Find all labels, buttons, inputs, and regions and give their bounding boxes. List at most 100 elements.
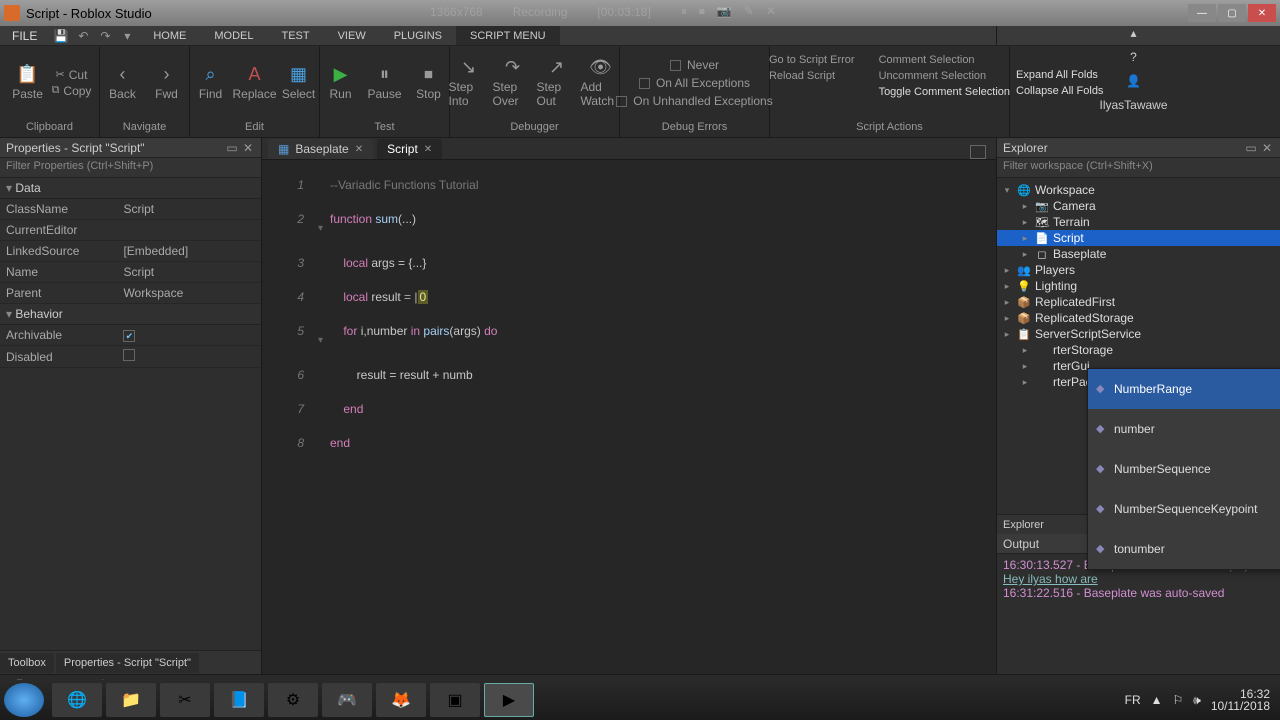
expand-folds-button[interactable]: Expand All Folds [1016, 69, 1098, 81]
select-button[interactable]: ▦Select [279, 64, 319, 101]
paste-button[interactable]: 📋Paste [8, 64, 48, 101]
properties-filter[interactable]: Filter Properties (Ctrl+Shift+P) [0, 158, 261, 178]
file-menu[interactable]: FILE [0, 26, 49, 45]
properties-panel: Properties - Script "Script" ▭ ✕ Filter … [0, 138, 262, 674]
taskbar-app[interactable]: ✂ [160, 683, 210, 717]
step-out-button[interactable]: ↗Step Out [537, 57, 577, 108]
fwd-button[interactable]: ›Fwd [147, 64, 187, 101]
step-into-button[interactable]: ↘Step Into [449, 57, 489, 108]
taskbar-app-roblox[interactable]: ▶ [484, 683, 534, 717]
menu-tab[interactable]: VIEW [324, 26, 380, 45]
pause-button[interactable]: ⏸Pause [365, 64, 405, 101]
layout-icon[interactable] [970, 145, 986, 159]
reload-script-button[interactable]: Reload Script [769, 70, 855, 82]
undo-icon[interactable]: ↶ [75, 29, 91, 43]
collapse-folds-button[interactable]: Collapse All Folds [1016, 85, 1103, 97]
tray-icon[interactable]: ⚐ [1173, 693, 1184, 707]
tree-node[interactable]: ▸🗺Terrain [997, 214, 1280, 230]
menu-tab[interactable]: TEST [267, 26, 323, 45]
cut-button[interactable]: ✂ Cut [52, 68, 92, 82]
maximize-button[interactable]: ▢ [1218, 4, 1246, 22]
never-option[interactable]: Never [670, 58, 719, 72]
toggle-comment-button[interactable]: Toggle Comment Selection [879, 86, 1010, 98]
tab-baseplate[interactable]: ▦Baseplate✕ [268, 139, 373, 159]
unhandled-option[interactable]: On Unhandled Exceptions [616, 94, 772, 108]
menu-tab[interactable]: HOME [139, 26, 200, 45]
tree-node[interactable]: ▸◻Baseplate [997, 246, 1280, 262]
all-exceptions-option[interactable]: On All Exceptions [639, 76, 750, 90]
output-body[interactable]: 16:30:13.527 - Baseplate was auto-saved … [997, 554, 1280, 674]
replace-button[interactable]: AReplace [235, 64, 275, 101]
disabled-checkbox[interactable] [123, 349, 135, 361]
panel-undock-icon[interactable]: ▭ [1244, 141, 1258, 155]
tree-node[interactable]: ▸💡Lighting [997, 278, 1280, 294]
close-tab-icon[interactable]: ✕ [424, 144, 432, 155]
step-over-button[interactable]: ↷Step Over [493, 57, 533, 108]
code-editor[interactable]: 1--Variadic Functions Tutorial 2▾functio… [262, 160, 996, 674]
data-category[interactable]: Data [0, 178, 261, 199]
behavior-category[interactable]: Behavior [0, 304, 261, 325]
menu-tab[interactable]: PLUGINS [380, 26, 456, 45]
explorer-filter[interactable]: Filter workspace (Ctrl+Shift+X) [997, 158, 1280, 178]
redo-icon[interactable]: ↷ [97, 29, 113, 43]
lang-indicator[interactable]: FR [1125, 693, 1141, 707]
panel-tab[interactable]: Toolbox [0, 653, 54, 673]
autocomplete-item[interactable]: ◆tonumber [1088, 529, 1280, 569]
comment-button[interactable]: Comment Selection [879, 54, 1010, 66]
run-button[interactable]: ▶Run [321, 64, 361, 101]
properties-title: Properties - Script "Script" [6, 141, 145, 155]
panel-undock-icon[interactable]: ▭ [225, 141, 239, 155]
taskbar-app[interactable]: 🦊 [376, 683, 426, 717]
copy-button[interactable]: ⧉ Copy [52, 84, 92, 98]
collapse-ribbon-icon[interactable]: ▴ [1130, 26, 1136, 40]
save-icon[interactable]: 💾 [53, 29, 69, 43]
clock[interactable]: 16:32 10/11/2018 [1211, 688, 1270, 712]
tree-node[interactable]: ▸📦ReplicatedStorage [997, 310, 1280, 326]
tree-node[interactable]: ▾🌐Workspace [997, 182, 1280, 198]
start-button[interactable] [4, 683, 44, 717]
taskbar-app[interactable]: 📘 [214, 683, 264, 717]
taskbar: 🌐 📁 ✂ 📘 ⚙ 🎮 🦊 ▣ ▶ FR ▲ ⚐ 🕪 16:32 10/11/2… [0, 680, 1280, 720]
qat-more-icon[interactable]: ▾ [119, 29, 135, 43]
tree-node[interactable]: ▸📷Camera [997, 198, 1280, 214]
close-button[interactable]: ✕ [1248, 4, 1276, 22]
taskbar-app[interactable]: 🎮 [322, 683, 372, 717]
panel-close-icon[interactable]: ✕ [241, 141, 255, 155]
minimize-button[interactable]: — [1188, 4, 1216, 22]
close-tab-icon[interactable]: ✕ [355, 144, 363, 155]
archivable-checkbox[interactable]: ✔ [123, 330, 135, 342]
tree-node[interactable]: ▸📦ReplicatedFirst [997, 294, 1280, 310]
autocomplete-item[interactable]: ◆NumberSequence [1088, 449, 1280, 489]
panel-close-icon[interactable]: ✕ [1260, 141, 1274, 155]
panel-tab[interactable]: Properties - Script "Script" [56, 653, 199, 673]
stop-button[interactable]: ⏹Stop [409, 64, 449, 101]
menu-tab[interactable]: SCRIPT MENU [456, 26, 560, 45]
explorer-title: Explorer [1003, 141, 1048, 155]
autocomplete-popup[interactable]: ◆NumberRange◆number◆NumberSequence◆Numbe… [1087, 368, 1280, 570]
tray-icon[interactable]: ▲ [1151, 693, 1163, 707]
goto-error-button[interactable]: Go to Script Error [769, 54, 855, 66]
back-button[interactable]: ‹Back [103, 64, 143, 101]
taskbar-app[interactable]: ▣ [430, 683, 480, 717]
find-button[interactable]: ⌕Find [191, 64, 231, 101]
tree-node[interactable]: ▸rterStorage [997, 342, 1280, 358]
output-title: Output [1003, 537, 1039, 551]
document-tabs: ▦Baseplate✕ Script✕ [262, 138, 996, 160]
tab-script[interactable]: Script✕ [377, 139, 442, 159]
taskbar-app[interactable]: 🌐 [52, 683, 102, 717]
ribbon: 📋Paste ✂ Cut ⧉ Copy Clipboard ‹Back ›Fwd… [0, 46, 1280, 138]
window-titlebar: Script - Roblox Studio 1366x768 Recordin… [0, 0, 1280, 26]
tray-icon[interactable]: 🕪 [1193, 693, 1201, 708]
taskbar-app[interactable]: 📁 [106, 683, 156, 717]
taskbar-app[interactable]: ⚙ [268, 683, 318, 717]
add-watch-button[interactable]: 👁Add Watch [581, 57, 621, 108]
autocomplete-item[interactable]: ◆NumberRange [1088, 369, 1280, 409]
tree-node[interactable]: ▸📋ServerScriptService [997, 326, 1280, 342]
autocomplete-item[interactable]: ◆number [1088, 409, 1280, 449]
uncomment-button[interactable]: Uncomment Selection [879, 70, 1010, 82]
menu-tab[interactable]: MODEL [200, 26, 267, 45]
autocomplete-item[interactable]: ◆NumberSequenceKeypoint [1088, 489, 1280, 529]
tree-node[interactable]: ▸👥Players [997, 262, 1280, 278]
recording-strip: 1366x768 Recording [00:03:18] ⏸⏹📷✎✕ [430, 4, 776, 19]
tree-node[interactable]: ▸📄Script [997, 230, 1280, 246]
